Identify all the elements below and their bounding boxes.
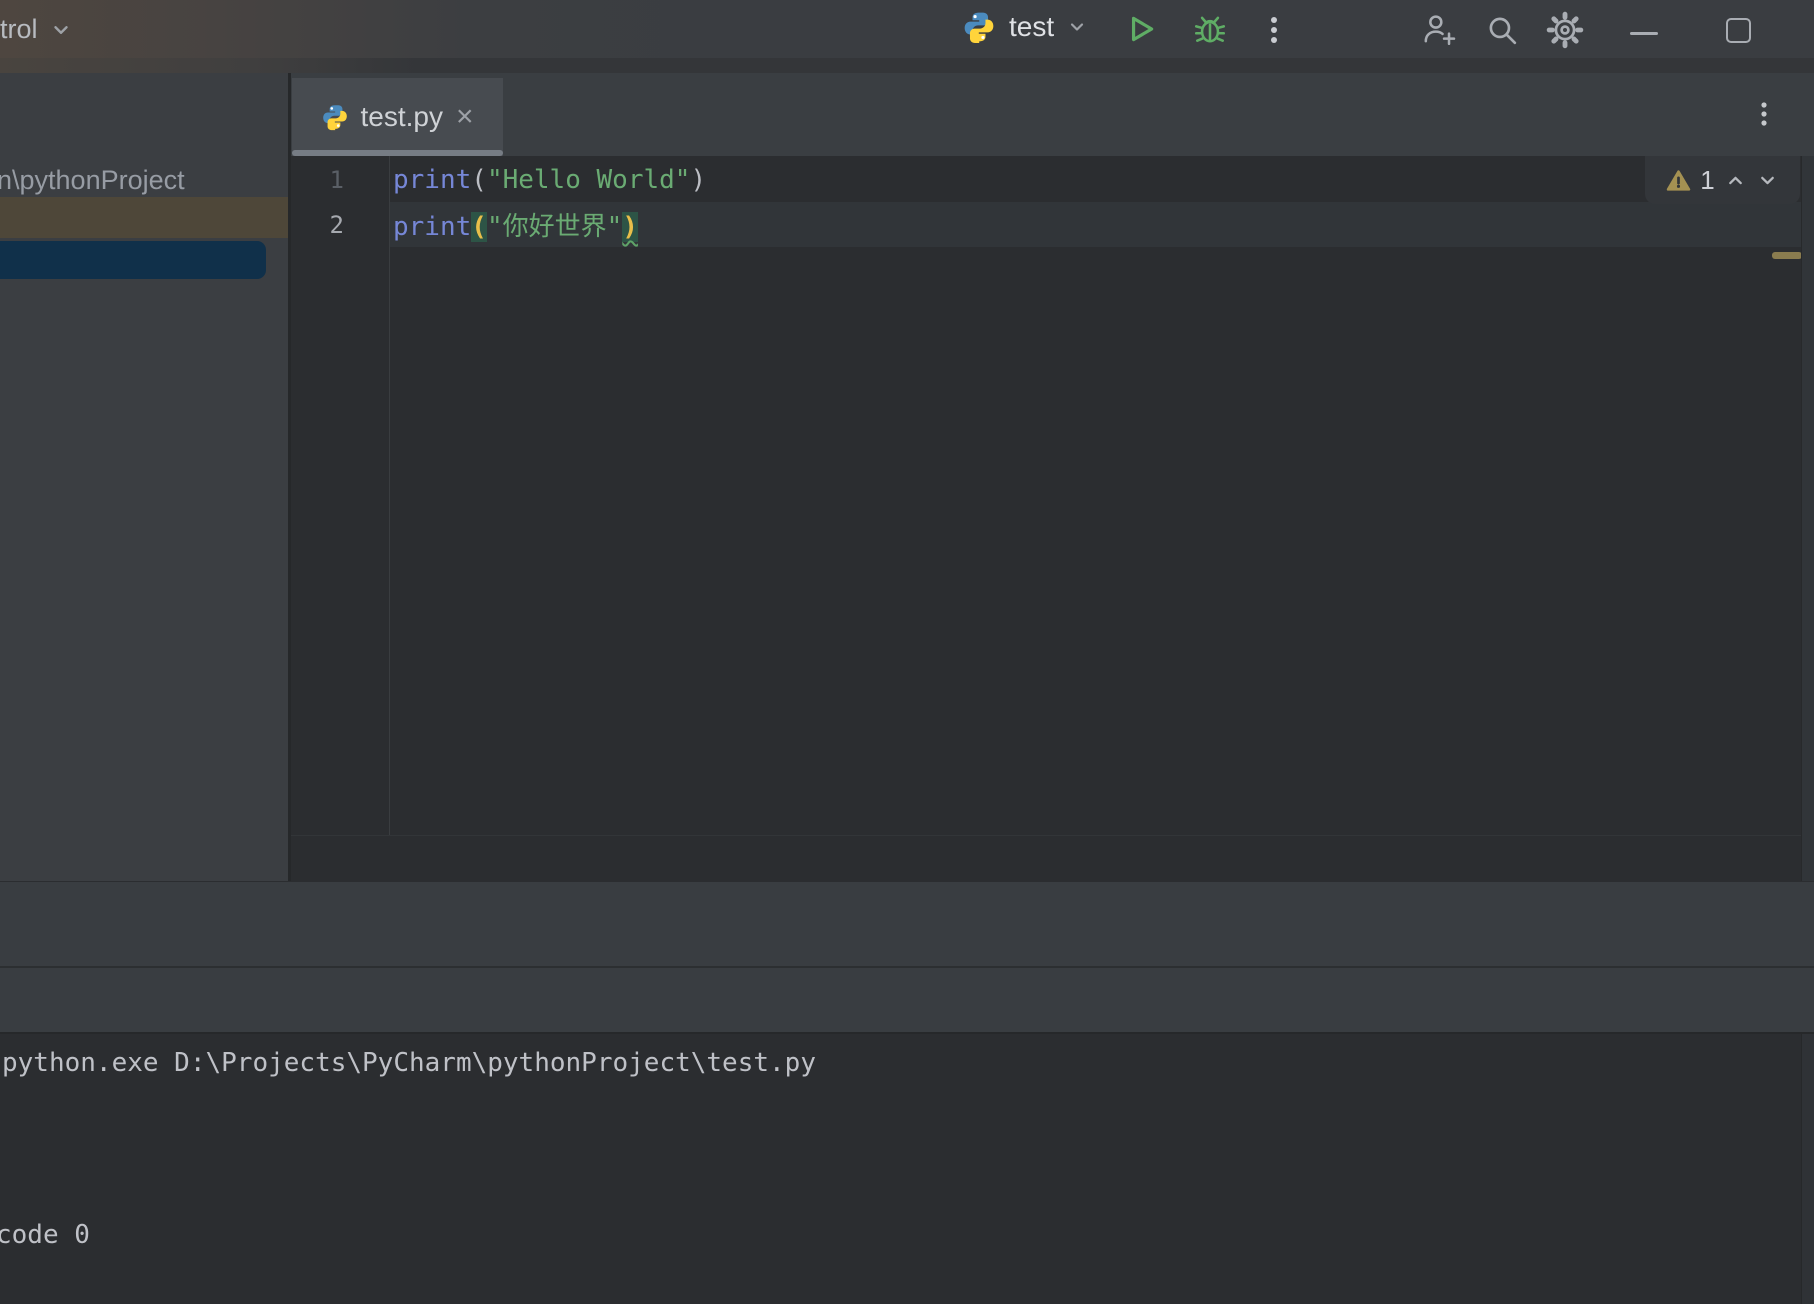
tree-hovered-row[interactable] bbox=[0, 197, 290, 238]
run-config-label: test bbox=[1009, 11, 1055, 42]
next-issue-button[interactable] bbox=[1756, 169, 1779, 192]
debug-button[interactable] bbox=[1192, 11, 1228, 47]
chevron-down-icon bbox=[50, 19, 72, 41]
vcs-widget[interactable]: trol bbox=[0, 14, 72, 45]
title-bar: trol test bbox=[0, 0, 1814, 58]
tab-close-icon[interactable]: × bbox=[456, 102, 474, 132]
code-with-me-button[interactable] bbox=[1420, 11, 1458, 49]
token-close-paren: ) bbox=[690, 164, 707, 195]
search-everywhere-button[interactable] bbox=[1484, 12, 1521, 49]
minimize-button[interactable] bbox=[1630, 32, 1658, 35]
console-command-line: python.exe D:\Projects\PyCharm\pythonPro… bbox=[2, 1048, 816, 1078]
run-button[interactable] bbox=[1124, 12, 1158, 46]
maximize-button[interactable] bbox=[1726, 18, 1751, 43]
token-cjk-string: 你好世界 bbox=[502, 212, 607, 242]
run-configuration-selector[interactable]: test bbox=[962, 10, 1087, 44]
token-matched-open-paren: ( bbox=[471, 212, 487, 242]
tab-test-py[interactable]: test.py × bbox=[292, 78, 503, 156]
search-icon bbox=[1484, 12, 1521, 49]
warning-count: 1 bbox=[1700, 164, 1715, 195]
token-open-paren: ( bbox=[471, 164, 487, 195]
run-toolbar-row[interactable] bbox=[0, 968, 1814, 1032]
python-file-icon bbox=[321, 103, 349, 131]
tree-selected-row[interactable] bbox=[0, 241, 266, 279]
warning-triangle-icon bbox=[1666, 169, 1691, 192]
editor-tab-bar: test.py × bbox=[291, 73, 1814, 156]
kebab-menu-icon bbox=[1268, 14, 1280, 46]
run-tool-window-header bbox=[0, 881, 1814, 1034]
project-root-path[interactable]: n\pythonProject bbox=[0, 165, 185, 196]
bug-icon bbox=[1192, 11, 1228, 47]
code-lines: 1 print("Hello World") 2 print("你好世界") bbox=[291, 157, 1802, 247]
vcs-label: trol bbox=[0, 14, 38, 44]
pycharm-window: trol test n\pythonProject test.py × 1 pr… bbox=[0, 0, 1814, 1304]
editor-viewport-edge bbox=[291, 835, 1802, 836]
python-logo-icon bbox=[962, 10, 996, 44]
token-string: "Hello World" bbox=[486, 164, 691, 195]
titlebar-project-color-strip bbox=[0, 58, 420, 73]
line-number: 1 bbox=[329, 165, 344, 194]
previous-issue-button[interactable] bbox=[1724, 169, 1747, 192]
tab-options-kebab-icon[interactable] bbox=[1759, 101, 1769, 129]
console-exit-code-line: code 0 bbox=[0, 1220, 90, 1250]
more-run-actions-button[interactable] bbox=[1268, 14, 1280, 46]
token-quote: " bbox=[606, 212, 623, 242]
header-separator-band bbox=[420, 58, 1814, 73]
run-console-output[interactable]: python.exe D:\Projects\PyCharm\pythonPro… bbox=[0, 1034, 1814, 1304]
project-tool-window: n\pythonProject bbox=[0, 73, 290, 881]
error-stripe-warning-mark[interactable] bbox=[1772, 252, 1802, 259]
gutter-separator bbox=[389, 156, 390, 835]
token-matched-close-paren: ) bbox=[622, 212, 638, 242]
tab-label: test.py bbox=[360, 101, 443, 132]
code-line-1[interactable]: 1 print("Hello World") bbox=[291, 157, 1802, 202]
inspections-widget[interactable]: 1 bbox=[1645, 156, 1800, 204]
editor-scrollbar-track[interactable] bbox=[1802, 156, 1814, 881]
line-number: 2 bbox=[329, 210, 344, 239]
token-quote: " bbox=[486, 212, 503, 242]
add-user-icon bbox=[1420, 11, 1458, 49]
console-scrollbar-track[interactable] bbox=[1802, 1034, 1814, 1304]
token-print: print bbox=[393, 164, 472, 195]
code-line-2[interactable]: 2 print("你好世界") bbox=[291, 202, 1802, 247]
code-editor[interactable]: 1 print("Hello World") 2 print("你好世界") 1 bbox=[291, 156, 1814, 881]
token-print: print bbox=[393, 212, 472, 242]
play-icon bbox=[1124, 12, 1158, 46]
run-header-row[interactable] bbox=[0, 882, 1814, 966]
settings-gear-icon[interactable] bbox=[1546, 11, 1584, 49]
chevron-down-icon bbox=[1067, 17, 1087, 37]
